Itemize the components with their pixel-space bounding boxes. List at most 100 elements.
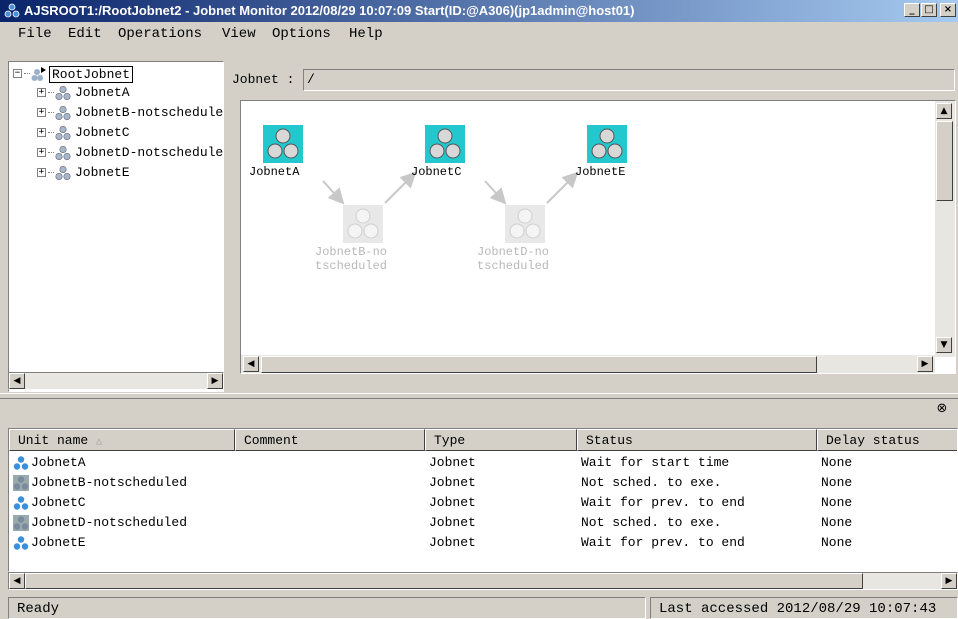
tree-connector — [48, 152, 54, 153]
list-horizontal-scrollbar[interactable]: ◀ ▶ — [8, 572, 958, 590]
expand-icon[interactable]: + — [37, 168, 46, 177]
column-header-unit-name-label: Unit name — [18, 433, 89, 448]
map-node-label: JobnetC — [411, 165, 462, 179]
jobnet-icon — [55, 105, 71, 121]
jobnet-node-icon — [267, 128, 299, 159]
vertical-scroll-thumb[interactable] — [936, 121, 953, 201]
jobnet-icon — [13, 455, 29, 471]
connector-d-e — [546, 171, 579, 204]
root-jobnet-icon — [31, 67, 46, 81]
column-header-unit-name[interactable]: Unit name △ — [9, 429, 235, 451]
menu-file[interactable]: File — [18, 26, 52, 42]
jobnet-node-icon — [429, 128, 461, 159]
unit-list[interactable]: Unit name △ Comment Type Status Delay st… — [8, 428, 958, 572]
jobnet-map[interactable]: JobnetA JobnetB-no tscheduled JobnetC Jobne… — [240, 100, 956, 374]
cell-unit-name: JobnetE — [31, 535, 86, 550]
table-row[interactable]: JobnetD-notscheduled Jobnet Not sched. to … — [9, 513, 957, 533]
map-node-icon[interactable] — [505, 205, 545, 243]
map-node-icon[interactable] — [343, 205, 383, 243]
column-header-type[interactable]: Type — [425, 429, 577, 451]
map-node-icon[interactable] — [587, 125, 627, 163]
scroll-right-icon[interactable]: ▶ — [917, 356, 933, 372]
maximize-button[interactable]: □ — [921, 3, 937, 17]
jobnet-disabled-icon — [13, 515, 29, 531]
jobnet-node-icon — [591, 128, 623, 159]
map-vertical-scrollbar[interactable]: ▲ ▼ — [935, 101, 955, 357]
close-button[interactable]: × — [940, 3, 956, 17]
list-scroll-thumb[interactable] — [25, 573, 863, 589]
menu-options[interactable]: Options — [272, 26, 331, 42]
cell-delay-status: None — [821, 535, 853, 550]
last-accessed-text: Last accessed 2012/08/29 10:07:43 — [650, 597, 958, 619]
status-text: Ready — [8, 597, 646, 619]
menu-edit[interactable]: Edit — [68, 26, 102, 42]
tree-connector — [48, 132, 54, 133]
cell-type: Jobnet — [429, 515, 476, 530]
scroll-right-icon[interactable]: ▶ — [941, 573, 957, 589]
cell-status: Wait for start time — [581, 455, 730, 470]
map-node-icon[interactable] — [425, 125, 465, 163]
expand-icon[interactable]: + — [37, 88, 46, 97]
table-row[interactable]: JobnetA Jobnet Wait for start time None — [9, 453, 957, 473]
title-bar[interactable]: AJSROOT1:/RootJobnet2 - Jobnet Monitor 2… — [0, 0, 958, 22]
menu-help[interactable]: Help — [349, 26, 383, 42]
expand-icon[interactable]: + — [37, 128, 46, 137]
column-header-comment[interactable]: Comment — [235, 429, 425, 451]
cell-unit-name: JobnetD-notscheduled — [31, 515, 188, 530]
scroll-left-icon[interactable]: ◀ — [9, 573, 25, 589]
jobnet-icon — [55, 85, 71, 101]
cell-status: Not sched. to exe. — [581, 515, 722, 530]
map-node-label: JobnetE — [575, 165, 626, 179]
map-horizontal-scrollbar[interactable]: ◀ ▶ — [241, 355, 935, 373]
pane-splitter[interactable] — [0, 393, 958, 399]
cell-unit-name: JobnetB-notscheduled — [31, 475, 188, 490]
cell-type: Jobnet — [429, 495, 476, 510]
menu-operations[interactable]: Operations — [118, 26, 202, 42]
scroll-left-icon[interactable]: ◀ — [243, 356, 259, 372]
horizontal-scroll-thumb[interactable] — [261, 356, 817, 373]
column-header-status[interactable]: Status — [577, 429, 817, 451]
table-row[interactable]: JobnetE Jobnet Wait for prev. to end None — [9, 533, 957, 553]
tree-connector — [48, 112, 54, 113]
jobnet-disabled-icon — [13, 475, 29, 491]
jobnet-icon — [55, 125, 71, 141]
tree-root-label: RootJobnet — [49, 66, 134, 83]
jobnet-icon — [55, 165, 71, 181]
menu-view[interactable]: View — [222, 26, 256, 42]
jobnet-monitor-app-icon — [4, 3, 20, 18]
scroll-up-icon[interactable]: ▲ — [936, 103, 952, 119]
jobnet-path-field[interactable]: / — [303, 69, 955, 91]
minimize-button[interactable]: _ — [904, 3, 920, 17]
tree-horizontal-scrollbar[interactable]: ◀ ▶ — [8, 372, 224, 390]
cell-delay-status: None — [821, 495, 853, 510]
scroll-left-icon[interactable]: ◀ — [9, 373, 25, 389]
table-row[interactable]: JobnetB-notscheduled Jobnet Not sched. to … — [9, 473, 957, 493]
tree-item-label: JobnetA — [75, 85, 130, 100]
tree-item-label: JobnetC — [75, 125, 130, 140]
jobnet-icon — [13, 535, 29, 551]
jobnet-icon — [55, 145, 71, 161]
map-node-label: JobnetB-no tscheduled — [315, 245, 388, 273]
unit-tree[interactable]: − RootJobnet + JobnetA + JobnetB-notschedul… — [8, 61, 224, 392]
expand-icon[interactable]: + — [37, 148, 46, 157]
map-node-icon[interactable] — [263, 125, 303, 163]
cell-delay-status: None — [821, 475, 853, 490]
cell-delay-status: None — [821, 455, 853, 470]
scroll-down-icon[interactable]: ▼ — [936, 337, 952, 353]
cell-type: Jobnet — [429, 535, 476, 550]
jobnet-icon — [13, 495, 29, 511]
cell-unit-name: JobnetC — [31, 495, 86, 510]
cell-status: Wait for prev. to end — [581, 495, 745, 510]
cell-status: Wait for prev. to end — [581, 535, 745, 550]
tree-connector — [24, 73, 30, 74]
column-header-delay-status[interactable]: Delay status — [817, 429, 957, 451]
table-row[interactable]: JobnetC Jobnet Wait for prev. to end None — [9, 493, 957, 513]
collapse-icon[interactable]: − — [13, 69, 22, 78]
scroll-right-icon[interactable]: ▶ — [207, 373, 223, 389]
collapse-panel-icon[interactable]: ⊗ — [934, 402, 950, 418]
tree-connector — [48, 92, 54, 93]
tree-connector — [48, 172, 54, 173]
expand-icon[interactable]: + — [37, 108, 46, 117]
tree-item-label: JobnetB-notscheduled — [75, 105, 224, 120]
menu-bar: File Edit Operations View Options Help — [0, 22, 958, 44]
